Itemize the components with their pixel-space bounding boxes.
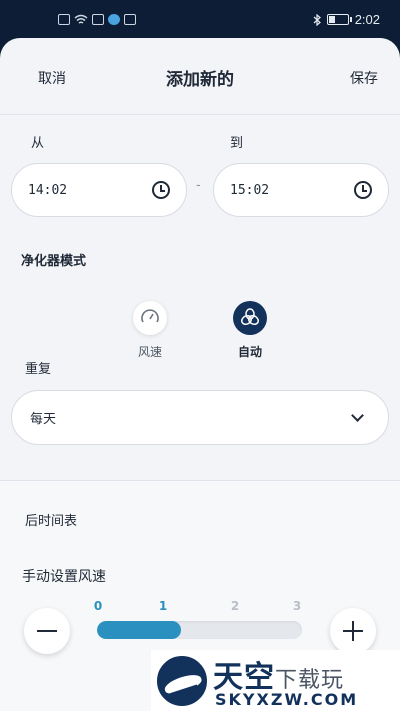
save-button[interactable]: 保存	[350, 68, 378, 88]
bluetooth-icon	[313, 13, 321, 26]
to-time-field[interactable]: 15:02	[213, 163, 389, 217]
fan-speed-fill	[97, 621, 182, 639]
from-time-field[interactable]: 14:02	[11, 163, 187, 217]
from-label: 从	[31, 136, 45, 151]
add-schedule-sheet: 取消 添加新的 保存 从 到 14:02 - 15:02 净化器模式 风速 自动…	[0, 38, 400, 711]
speed-step: 3	[292, 599, 302, 613]
chevron-down-icon	[351, 408, 364, 422]
time-separator: -	[196, 178, 201, 193]
browser-icon	[108, 14, 120, 25]
fan-speed-mode-button[interactable]	[133, 301, 167, 335]
section-divider	[0, 480, 400, 481]
gauge-icon	[141, 309, 159, 323]
auto-mode-label: 自动	[237, 345, 262, 359]
repeat-select[interactable]: 每天	[11, 390, 389, 445]
wifi-icon	[74, 14, 88, 24]
status-bar: 2:02	[0, 0, 400, 40]
to-label: 到	[230, 136, 244, 151]
purifier-mode-label: 净化器模式	[21, 254, 87, 269]
speed-step: 2	[230, 599, 240, 613]
schedule-label: 后时间表	[25, 514, 78, 529]
clock-icon	[354, 181, 372, 199]
from-time-value: 14:02	[28, 182, 68, 198]
notification-icons	[58, 14, 136, 25]
increase-speed-button[interactable]	[330, 608, 376, 654]
watermark-domain: SKYXZW.COM	[215, 690, 359, 709]
mail-icon	[92, 14, 104, 25]
header-divider	[0, 114, 400, 115]
clock-icon	[152, 181, 170, 199]
airplane-logo-icon	[157, 656, 207, 706]
repeat-label: 重复	[25, 362, 52, 377]
battery-icon	[326, 14, 352, 25]
status-time: 2:02	[354, 12, 380, 27]
page-title: 添加新的	[166, 70, 234, 90]
minus-icon	[37, 630, 57, 632]
speed-step: 1	[158, 599, 168, 613]
sim-icon	[58, 14, 70, 25]
speed-step: 0	[93, 599, 103, 613]
fan-speed-mode-label: 风速	[137, 345, 162, 359]
swirl-icon	[241, 308, 259, 326]
auto-mode-button[interactable]	[233, 301, 267, 335]
decrease-speed-button[interactable]	[24, 608, 70, 654]
fan-speed-slider[interactable]	[97, 621, 302, 639]
watermark: 天空下载玩 SKYXZW.COM	[151, 650, 400, 711]
fan-speed-label: 手动设置风速	[22, 569, 106, 585]
to-time-value: 15:02	[230, 182, 270, 198]
repeat-value: 每天	[30, 412, 57, 427]
app-icon	[124, 14, 136, 25]
